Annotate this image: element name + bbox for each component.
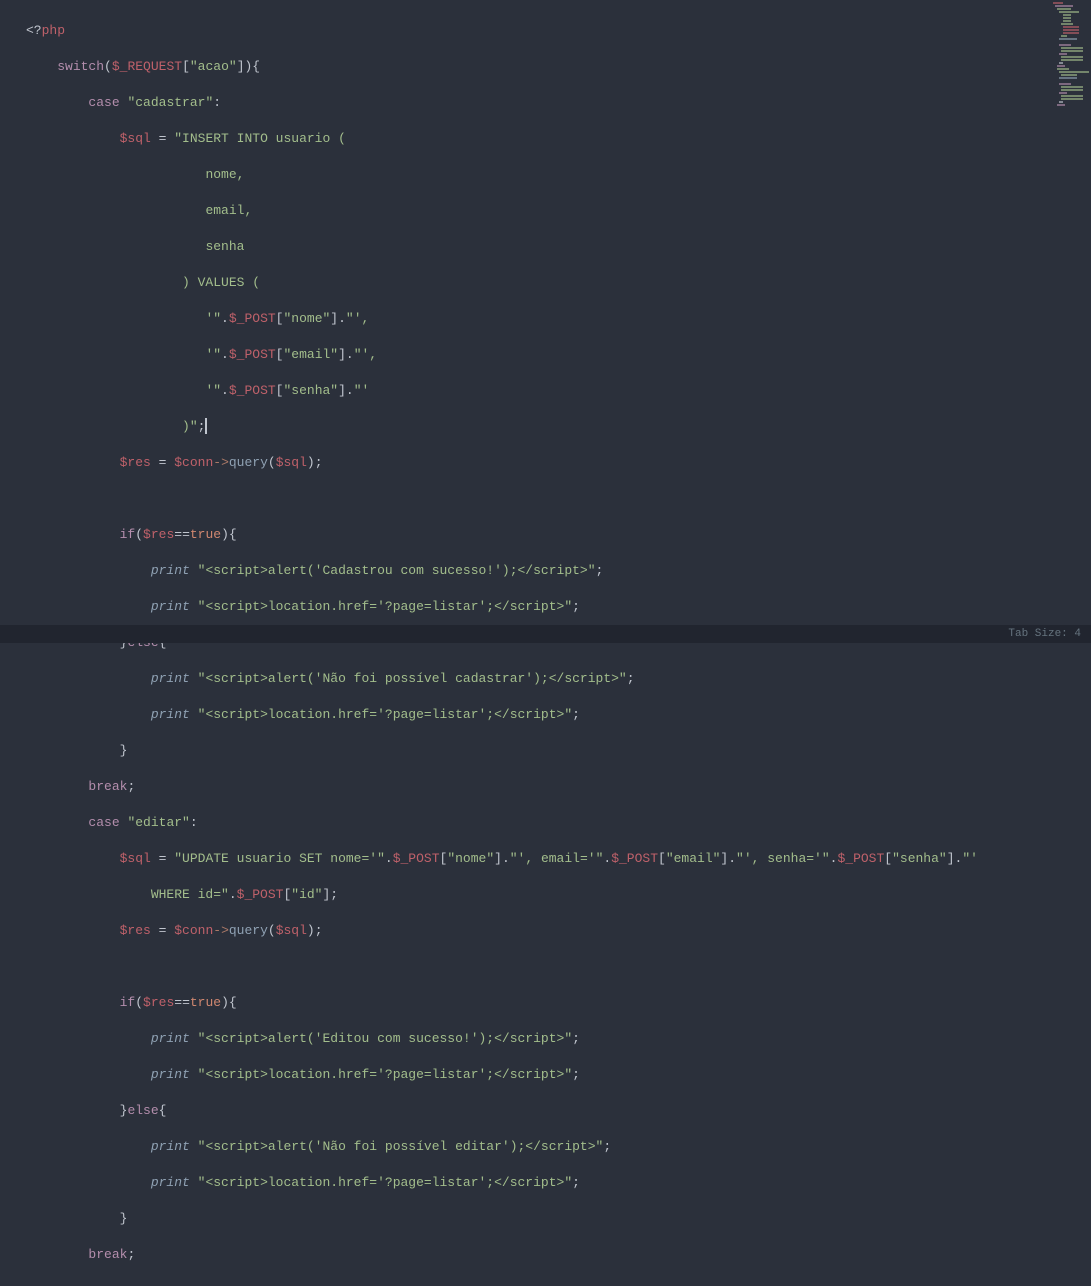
status-bar: Tab Size: 4 [0,625,1091,643]
php-open-tag: <? [26,23,42,38]
string-alert-edit-success: "<script>alert('Editou com sucesso!');</… [198,1031,572,1046]
var-post-senha: $_POST [229,383,276,398]
var-post-email: $_POST [229,347,276,362]
fn-query: query [229,923,268,938]
string-alert-success: "<script>alert('Cadastrou com sucesso!')… [198,563,596,578]
sql-field-nome: nome, [205,167,244,182]
fn-print: print [151,671,190,686]
fn-print: print [151,1139,190,1154]
gutter [0,0,22,643]
var-sql: $sql [120,851,151,866]
sql-field-email: email, [205,203,252,218]
keyword-break: break [88,1247,127,1262]
var-res: $res [120,455,151,470]
fn-print: print [151,1175,190,1190]
sql-field-senha: senha [205,239,244,254]
cursor [205,418,207,434]
fn-print: print [151,1067,190,1082]
var-sql: $sql [120,131,151,146]
fn-print: print [151,707,190,722]
const-true: true [190,527,221,542]
string-redirect: "<script>location.href='?page=listar';</… [198,707,572,722]
keyword-break: break [88,779,127,794]
sql-insert: "INSERT INTO usuario ( [174,131,346,146]
string-alert-edit-fail: "<script>alert('Não foi possível editar'… [198,1139,604,1154]
keyword-case: case [88,95,119,110]
string-redirect: "<script>location.href='?page=listar';</… [198,1175,572,1190]
php-tag: php [42,23,65,38]
var-conn: $conn [174,923,213,938]
string-editar: "editar" [127,815,189,830]
var-post-id: $_POST [237,887,284,902]
var-res: $res [120,923,151,938]
fn-print: print [151,599,190,614]
code-editor[interactable]: <?php switch($_REQUEST["acao"]){ case "c… [0,0,1091,643]
var-conn: $conn [174,455,213,470]
var-request: $_REQUEST [112,59,182,74]
tab-size-indicator[interactable]: Tab Size: 4 [1008,625,1081,643]
const-true: true [190,995,221,1010]
fn-query: query [229,455,268,470]
string-alert-fail: "<script>alert('Não foi possível cadastr… [198,671,627,686]
string-cadastrar: "cadastrar" [127,95,213,110]
var-post-nome: $_POST [229,311,276,326]
fn-print: print [151,563,190,578]
sql-update: "UPDATE usuario SET nome='" [174,851,385,866]
keyword-switch: switch [57,59,104,74]
fn-print: print [151,1031,190,1046]
minimap[interactable] [1051,0,1091,643]
keyword-case: case [88,815,119,830]
string-acao: "acao" [190,59,237,74]
keyword-if: if [120,995,136,1010]
code-area[interactable]: <?php switch($_REQUEST["acao"]){ case "c… [22,0,1091,643]
sql-where: WHERE id=" [151,887,229,902]
string-redirect: "<script>location.href='?page=listar';</… [198,599,572,614]
keyword-else: else [127,1103,158,1118]
keyword-if: if [120,527,136,542]
sql-values: ) VALUES ( [182,275,260,290]
string-redirect: "<script>location.href='?page=listar';</… [198,1067,572,1082]
